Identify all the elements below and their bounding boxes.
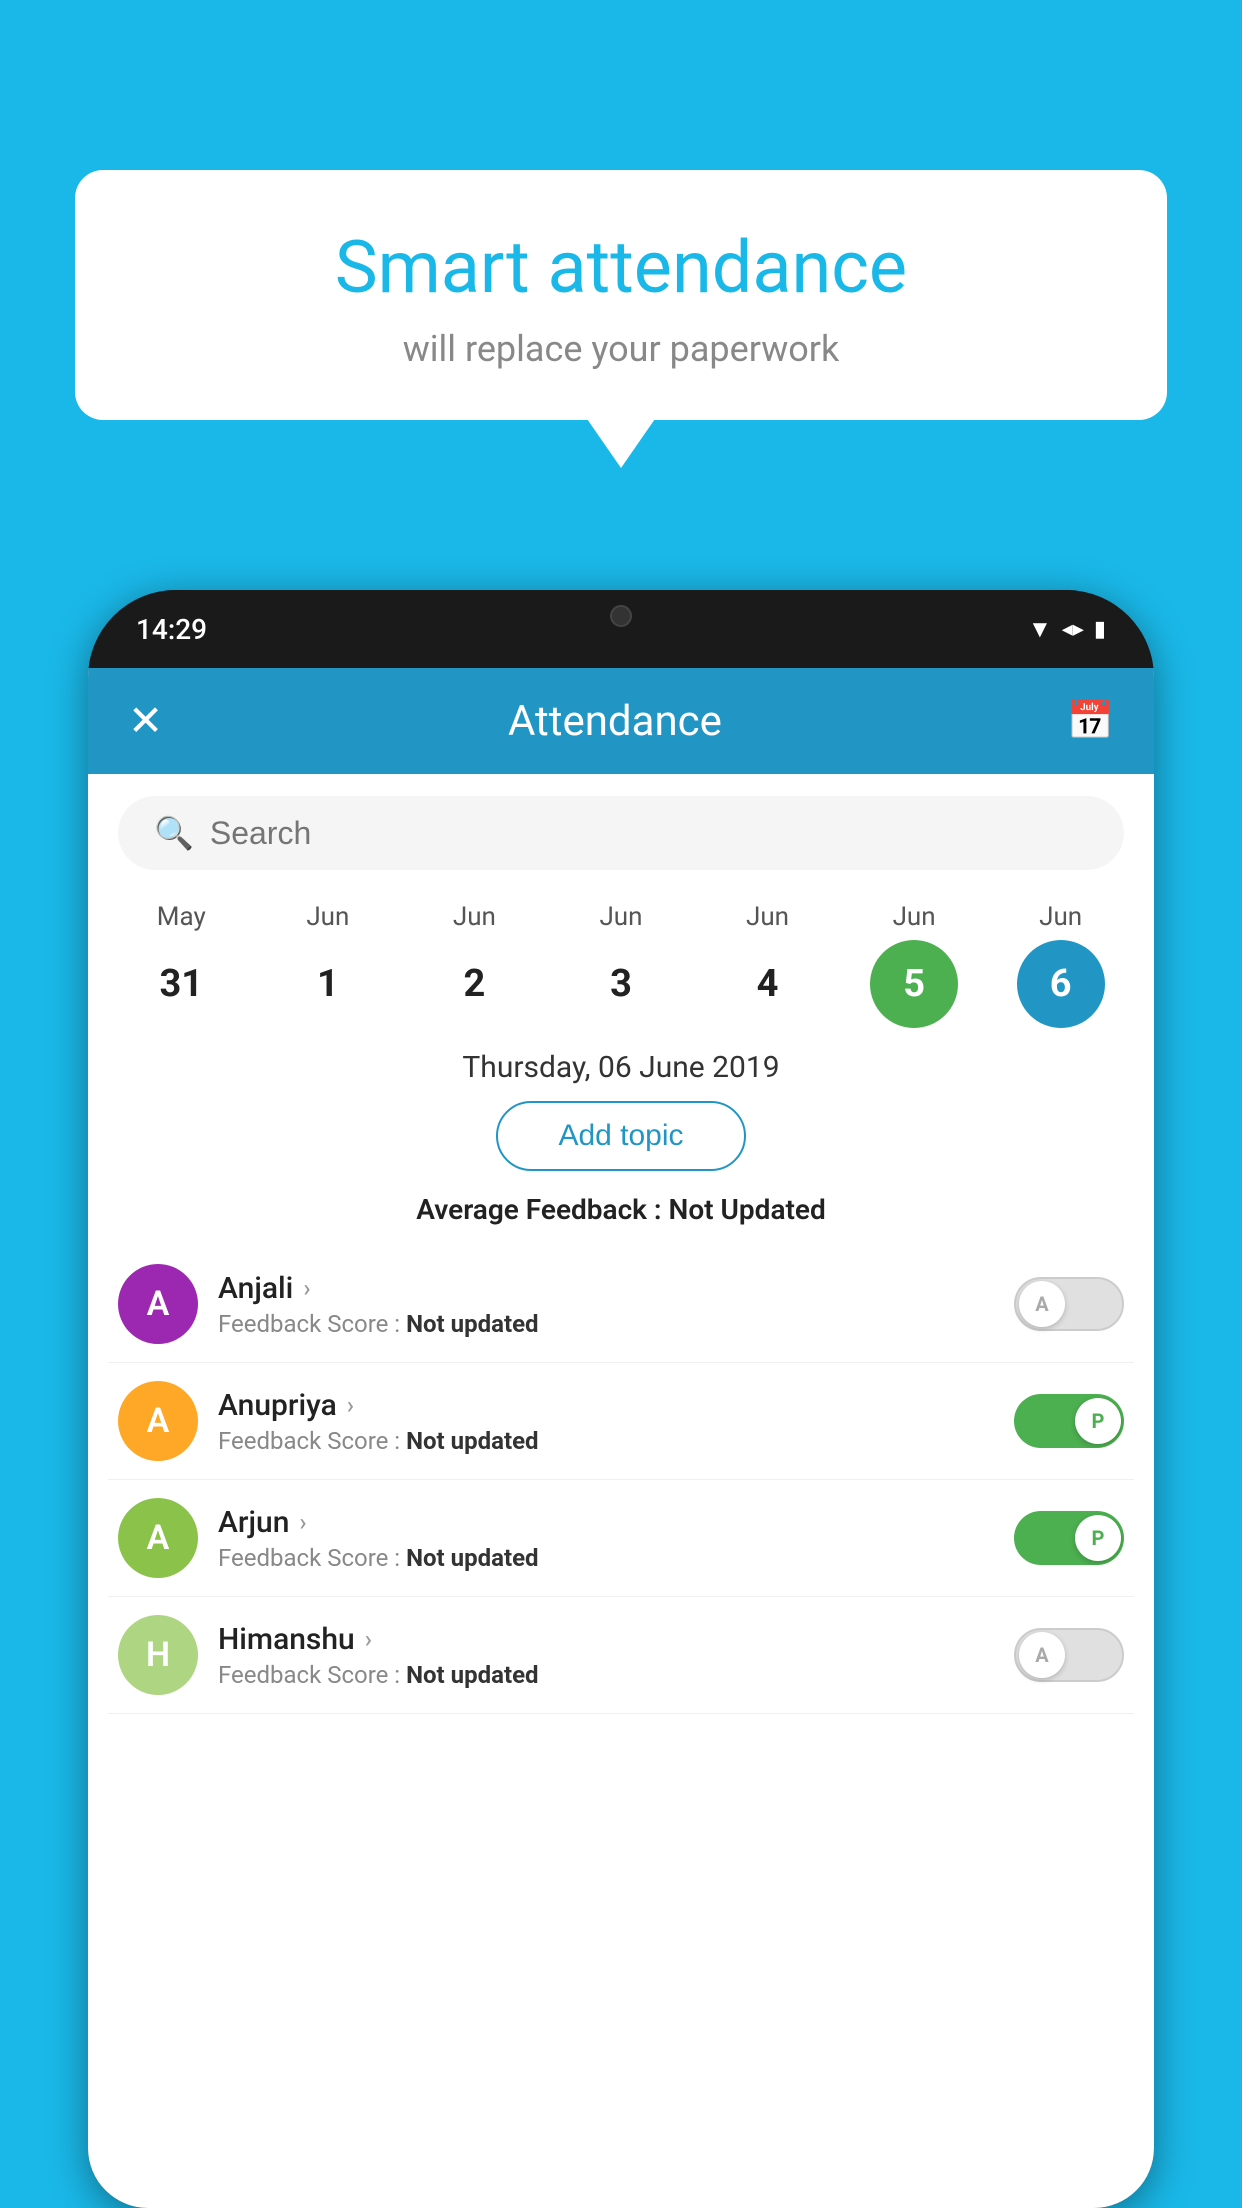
feedback-score: Feedback Score : Not updated [218, 1310, 994, 1338]
calendar-date-number[interactable]: 5 [870, 940, 958, 1028]
calendar-day[interactable]: Jun 4 [708, 902, 828, 1028]
avg-feedback-value: Not Updated [669, 1193, 826, 1226]
feedback-score: Feedback Score : Not updated [218, 1544, 994, 1572]
calendar-day[interactable]: May 31 [121, 902, 241, 1028]
signal-icon: ◂▸ [1062, 617, 1084, 642]
calendar-month-label: Jun [453, 902, 496, 932]
student-name: Anjali › [218, 1271, 994, 1306]
avatar: A [118, 1264, 198, 1344]
calendar-month-label: Jun [746, 902, 789, 932]
chevron-right-icon: › [347, 1391, 354, 1419]
calendar-day[interactable]: Jun 2 [414, 902, 534, 1028]
speech-bubble: Smart attendance will replace your paper… [75, 170, 1167, 420]
calendar-row: May 31 Jun 1 Jun 2 Jun 3 Jun 4 Jun 5 Jun 6 [88, 892, 1154, 1028]
student-name: Anupriya › [218, 1388, 994, 1423]
attendance-toggle[interactable]: P [1014, 1511, 1124, 1565]
student-name: Arjun › [218, 1505, 994, 1540]
feedback-score: Feedback Score : Not updated [218, 1427, 994, 1455]
toggle-knob: A [1019, 1281, 1065, 1327]
toggle-knob: P [1075, 1398, 1121, 1444]
attendance-toggle[interactable]: P [1014, 1394, 1124, 1448]
speech-title: Smart attendance [135, 225, 1107, 310]
student-list: AAnjali ›Feedback Score : Not updatedAAA… [88, 1246, 1154, 1714]
avatar: A [118, 1498, 198, 1578]
avatar: H [118, 1615, 198, 1695]
list-item[interactable]: H Himanshu › Feedback Score : Not updated A [108, 1597, 1134, 1714]
calendar-day[interactable]: Jun 3 [561, 902, 681, 1028]
avatar: A [118, 1381, 198, 1461]
student-info: Himanshu › Feedback Score : Not updated [218, 1622, 994, 1689]
calendar-day[interactable]: Jun 1 [268, 902, 388, 1028]
speech-subtitle: will replace your paperwork [135, 328, 1107, 370]
calendar-day[interactable]: Jun 6 [1001, 902, 1121, 1028]
student-info: Anupriya › Feedback Score : Not updated [218, 1388, 994, 1455]
calendar-month-label: Jun [1039, 902, 1082, 932]
calendar-icon[interactable]: 📅 [1067, 699, 1114, 743]
student-info: Anjali › Feedback Score : Not updated [218, 1271, 994, 1338]
chevron-right-icon: › [365, 1625, 372, 1653]
chevron-right-icon: › [299, 1508, 306, 1536]
attendance-toggle[interactable]: A [1014, 1277, 1124, 1331]
date-heading: Thursday, 06 June 2019 [88, 1050, 1154, 1085]
avg-feedback-label: Average Feedback : [416, 1193, 668, 1226]
calendar-date-number[interactable]: 6 [1017, 940, 1105, 1028]
status-bar: 14:29 ▼ ◂▸ ▮ [88, 590, 1154, 668]
status-icons: ▼ ◂▸ ▮ [1028, 615, 1106, 644]
student-info: Arjun › Feedback Score : Not updated [218, 1505, 994, 1572]
calendar-month-label: Jun [306, 902, 349, 932]
calendar-date-number[interactable]: 31 [137, 940, 225, 1028]
notch [561, 590, 681, 642]
calendar-day[interactable]: Jun 5 [854, 902, 974, 1028]
average-feedback: Average Feedback : Not Updated [88, 1193, 1154, 1226]
clock: 14:29 [136, 613, 207, 646]
app-header: ✕ Attendance 📅 [88, 668, 1154, 774]
attendance-toggle[interactable]: A [1014, 1628, 1124, 1682]
battery-icon: ▮ [1094, 617, 1106, 642]
front-camera [610, 605, 632, 627]
feedback-score: Feedback Score : Not updated [218, 1661, 994, 1689]
add-topic-button[interactable]: Add topic [496, 1101, 745, 1171]
toggle-knob: A [1019, 1632, 1065, 1678]
app-screen: ✕ Attendance 📅 🔍 May31Jun1Jun2Jun3Jun4Ju… [88, 668, 1154, 2208]
toggle-knob: P [1075, 1515, 1121, 1561]
search-bar: 🔍 [118, 796, 1124, 870]
list-item[interactable]: A Arjun › Feedback Score : Not updated P [108, 1480, 1134, 1597]
student-name: Himanshu › [218, 1622, 994, 1657]
calendar-date-number[interactable]: 2 [430, 940, 518, 1028]
phone-frame: 14:29 ▼ ◂▸ ▮ ✕ Attendance 📅 🔍 May31Jun1J… [88, 590, 1154, 2208]
calendar-month-label: Jun [599, 902, 642, 932]
search-icon: 🔍 [154, 814, 194, 852]
calendar-date-number[interactable]: 4 [724, 940, 812, 1028]
chevron-right-icon: › [303, 1274, 310, 1302]
list-item[interactable]: A Anjali › Feedback Score : Not updated A [108, 1246, 1134, 1363]
page-title: Attendance [508, 697, 722, 746]
search-input[interactable] [210, 815, 1088, 852]
calendar-date-number[interactable]: 1 [284, 940, 372, 1028]
calendar-date-number[interactable]: 3 [577, 940, 665, 1028]
calendar-month-label: May [157, 902, 206, 932]
wifi-icon: ▼ [1028, 615, 1052, 644]
calendar-month-label: Jun [893, 902, 936, 932]
list-item[interactable]: A Anupriya › Feedback Score : Not updated P [108, 1363, 1134, 1480]
close-button[interactable]: ✕ [128, 696, 163, 746]
